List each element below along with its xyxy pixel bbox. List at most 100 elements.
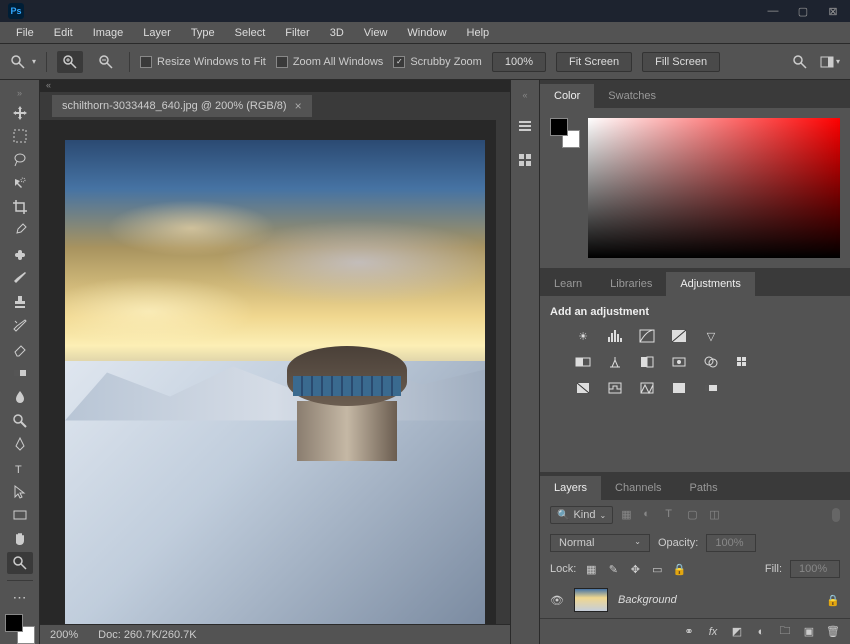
fg-swatch[interactable]: [550, 118, 568, 136]
history-brush-tool[interactable]: [7, 315, 33, 337]
opacity-input[interactable]: 100%: [706, 534, 756, 552]
zoom-all-checkbox[interactable]: Zoom All Windows: [276, 56, 383, 68]
menu-layer[interactable]: Layer: [135, 25, 179, 41]
search-icon[interactable]: [792, 54, 808, 70]
fill-screen-button[interactable]: Fill Screen: [642, 52, 720, 72]
delete-layer-icon[interactable]: 🗑: [826, 625, 840, 639]
menu-filter[interactable]: Filter: [277, 25, 317, 41]
zoom-status[interactable]: 200%: [50, 629, 78, 641]
workspace-switcher[interactable]: ▾: [820, 55, 840, 69]
filter-pixel-icon[interactable]: ▦: [621, 508, 635, 522]
gradient-map-icon[interactable]: [702, 380, 720, 396]
fill-input[interactable]: 100%: [790, 560, 840, 578]
menu-window[interactable]: Window: [399, 25, 454, 41]
lasso-tool[interactable]: [7, 149, 33, 171]
filter-smart-icon[interactable]: ◫: [709, 508, 723, 522]
lock-transparent-icon[interactable]: ▦: [584, 562, 598, 576]
levels-icon[interactable]: [606, 328, 624, 344]
menu-view[interactable]: View: [356, 25, 396, 41]
posterize-icon[interactable]: [606, 380, 624, 396]
new-group-icon[interactable]: 🗀: [778, 625, 792, 639]
fit-screen-button[interactable]: Fit Screen: [556, 52, 632, 72]
pen-tool[interactable]: [7, 433, 33, 455]
close-tab-icon[interactable]: ×: [295, 99, 302, 113]
canvas-viewport[interactable]: [40, 120, 510, 624]
zoom-tool[interactable]: [7, 552, 33, 574]
invert-icon[interactable]: [574, 380, 592, 396]
menu-file[interactable]: File: [8, 25, 42, 41]
vertical-scrollbar[interactable]: [496, 120, 510, 624]
brush-tool[interactable]: [7, 268, 33, 290]
collapse-docarea[interactable]: «: [40, 80, 510, 92]
lock-pixels-icon[interactable]: ✎: [606, 562, 620, 576]
tab-color[interactable]: Color: [540, 84, 594, 108]
layer-kind-filter[interactable]: 🔍 Kind ⌄: [550, 506, 613, 524]
threshold-icon[interactable]: [638, 380, 656, 396]
minimize-button[interactable]: —: [764, 4, 782, 18]
lock-position-icon[interactable]: ✥: [628, 562, 642, 576]
curves-icon[interactable]: [638, 328, 656, 344]
new-fill-layer-icon[interactable]: ◐: [754, 625, 768, 639]
close-button[interactable]: ⊠: [824, 4, 842, 18]
menu-select[interactable]: Select: [227, 25, 274, 41]
blur-tool[interactable]: [7, 386, 33, 408]
zoom-out-button[interactable]: [93, 51, 119, 73]
link-layers-icon[interactable]: ⚭: [682, 625, 696, 639]
color-balance-icon[interactable]: [606, 354, 624, 370]
photo-filter-icon[interactable]: [670, 354, 688, 370]
color-swatch-pair[interactable]: [550, 118, 580, 148]
menu-3d[interactable]: 3D: [322, 25, 352, 41]
layer-thumbnail[interactable]: [574, 588, 608, 612]
lock-artboard-icon[interactable]: ▭: [650, 562, 664, 576]
type-tool[interactable]: T: [7, 457, 33, 479]
doc-size-status[interactable]: Doc: 260.7K/260.7K: [98, 629, 196, 641]
zoom-100-button[interactable]: 100%: [492, 52, 546, 72]
menu-edit[interactable]: Edit: [46, 25, 81, 41]
menu-help[interactable]: Help: [459, 25, 498, 41]
tab-adjustments[interactable]: Adjustments: [666, 272, 755, 296]
hue-sat-icon[interactable]: [574, 354, 592, 370]
brightness-contrast-icon[interactable]: ☀: [574, 328, 592, 344]
layer-mask-icon[interactable]: ◩: [730, 625, 744, 639]
visibility-icon[interactable]: 👁: [550, 594, 564, 607]
crop-tool[interactable]: [7, 197, 33, 219]
quick-select-tool[interactable]: [7, 173, 33, 195]
color-lookup-icon[interactable]: [734, 354, 752, 370]
edit-toolbar[interactable]: ⋯: [7, 587, 33, 609]
stamp-tool[interactable]: [7, 291, 33, 313]
black-white-icon[interactable]: [638, 354, 656, 370]
healing-tool[interactable]: [7, 244, 33, 266]
tab-paths[interactable]: Paths: [676, 476, 732, 500]
menu-image[interactable]: Image: [85, 25, 132, 41]
gradient-tool[interactable]: [7, 362, 33, 384]
lock-all-icon[interactable]: 🔒: [672, 562, 686, 576]
expand-mid[interactable]: «: [511, 90, 539, 102]
vibrance-icon[interactable]: ▽: [702, 328, 720, 344]
tab-layers[interactable]: Layers: [540, 476, 601, 500]
channel-mixer-icon[interactable]: [702, 354, 720, 370]
color-picker-field[interactable]: [588, 118, 840, 258]
move-tool[interactable]: [7, 102, 33, 124]
filter-adjustment-icon[interactable]: ◐: [643, 508, 657, 522]
zoom-tool-indicator[interactable]: ▾: [10, 54, 36, 70]
eraser-tool[interactable]: [7, 339, 33, 361]
hand-tool[interactable]: [7, 528, 33, 550]
foreground-color[interactable]: [5, 614, 23, 632]
filter-type-icon[interactable]: T: [665, 508, 679, 522]
selective-color-icon[interactable]: [670, 380, 688, 396]
expand-toolbar[interactable]: »: [0, 88, 39, 100]
layer-style-icon[interactable]: fx: [706, 625, 720, 639]
maximize-button[interactable]: ▢: [794, 4, 812, 18]
tab-libraries[interactable]: Libraries: [596, 272, 666, 296]
foreground-background-swatch[interactable]: [5, 614, 35, 644]
document-tab[interactable]: schilthorn-3033448_640.jpg @ 200% (RGB/8…: [52, 95, 312, 117]
menu-type[interactable]: Type: [183, 25, 223, 41]
properties-panel-icon[interactable]: [515, 150, 535, 170]
tab-channels[interactable]: Channels: [601, 476, 675, 500]
zoom-in-button[interactable]: [57, 51, 83, 73]
layer-name-label[interactable]: Background: [618, 594, 677, 606]
scrubby-zoom-checkbox[interactable]: Scrubby Zoom: [393, 56, 482, 68]
dodge-tool[interactable]: [7, 410, 33, 432]
exposure-icon[interactable]: [670, 328, 688, 344]
resize-windows-checkbox[interactable]: Resize Windows to Fit: [140, 56, 266, 68]
